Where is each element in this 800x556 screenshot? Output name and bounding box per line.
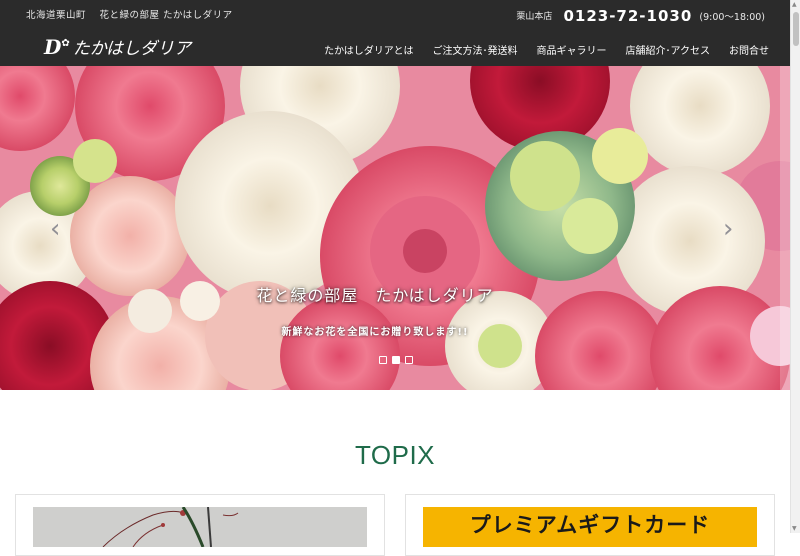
hero-subtitle: 新鮮なお花を全国にお贈り致します!! [281,327,469,338]
topix-card[interactable] [15,494,385,556]
nav-item-gallery[interactable]: 商品ギャラリー [537,42,607,57]
site-logo[interactable]: D✿ たかはしダリア [44,34,191,59]
store-label: 栗山本店 [516,12,553,22]
header-tagline: 北海道栗山町 花と緑の部屋 たかはしダリア [26,10,233,21]
hero-slider[interactable]: ‹ › 花と緑の部屋 たかはしダリア 新鮮なお花を全国にお贈り致します!! [0,66,790,390]
phone-number[interactable]: 0123-72-1030 [563,7,692,25]
main-nav: たかはしダリアとは ご注文方法･発送料 商品ギャラリー 店舗紹介･アクセス お問… [305,42,769,57]
topix-card[interactable]: プレミアムギフトカード [405,494,775,556]
business-hours: (9:00～18:00) [699,12,765,23]
scrollbar-thumb[interactable] [793,12,799,46]
hero-title: 花と緑の部屋 たかはしダリア [256,286,494,305]
chevron-left-icon[interactable]: ‹ [50,216,60,242]
nav-item-access[interactable]: 店舗紹介･アクセス [626,42,711,57]
page-scrollbar[interactable]: ▲ ▼ [790,0,800,533]
topix-title: TOPIX [354,440,436,470]
logo-name: たかはしダリア [72,39,192,59]
scroll-up-icon[interactable]: ▲ [792,1,797,8]
slider-dot-2[interactable] [392,356,400,364]
slider-dots [379,356,418,364]
flower-icon: ✿ [61,38,70,49]
flower-arrangement-photo [33,507,367,547]
scroll-down-icon[interactable]: ▼ [792,525,797,532]
phone-block: 栗山本店 0123-72-1030 (9:00～18:00) [516,6,765,25]
hero-flowers-image [0,66,790,390]
nav-item-about[interactable]: たかはしダリアとは [324,42,413,57]
gift-card-banner-text: プレミアムギフトカード [469,513,711,537]
slider-dot-1[interactable] [379,356,387,364]
site-header: 北海道栗山町 花と緑の部屋 たかはしダリア 栗山本店 0123-72-1030 … [0,0,790,66]
logo-mark: D [44,35,62,59]
gift-card-banner: プレミアムギフトカード [423,507,757,547]
nav-item-contact[interactable]: お問合せ [729,42,769,57]
chevron-right-icon[interactable]: › [723,216,733,242]
slider-dot-3[interactable] [405,356,413,364]
nav-item-order[interactable]: ご注文方法･発送料 [433,42,518,57]
